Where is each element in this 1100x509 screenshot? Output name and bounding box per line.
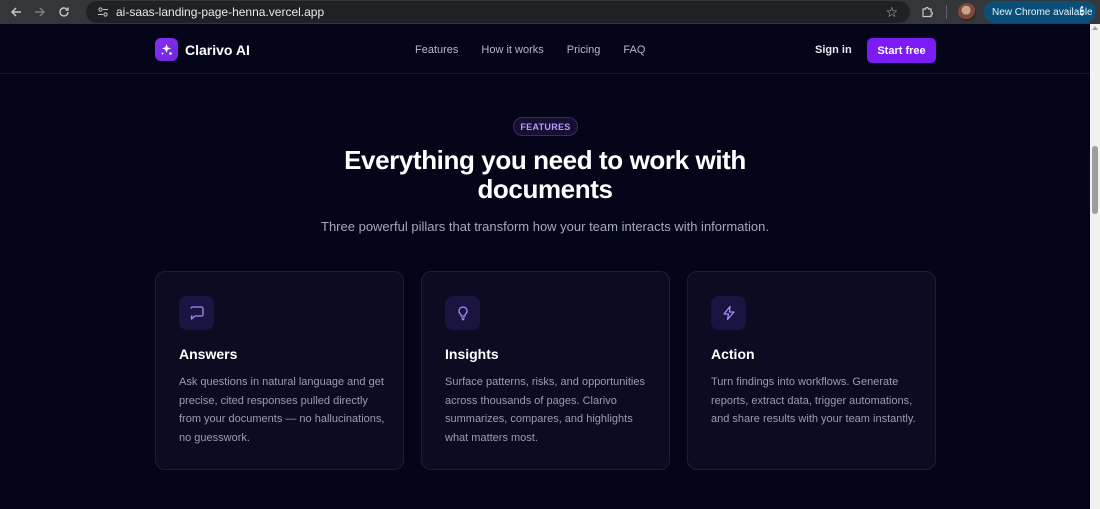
reload-button[interactable] <box>52 0 76 24</box>
scroll-up-arrow-icon[interactable] <box>1092 26 1098 30</box>
arrow-left-icon <box>10 7 21 17</box>
start-free-button[interactable]: Start free <box>867 38 936 63</box>
scrollbar-thumb[interactable] <box>1092 146 1098 214</box>
main-nav: Features How it works Pricing FAQ <box>415 44 668 56</box>
extensions-icon[interactable] <box>920 4 936 20</box>
feature-description: Surface patterns, risks, and opportuniti… <box>445 376 645 444</box>
sparkle-icon <box>155 38 178 61</box>
page-scrollbar[interactable] <box>1090 24 1100 509</box>
chrome-update-button[interactable]: New Chrome available ⋮ <box>984 1 1096 23</box>
profile-avatar[interactable] <box>958 3 976 21</box>
bookmark-star-icon[interactable]: ☆ <box>885 4 898 21</box>
brand-name: Clarivo AI <box>185 41 250 58</box>
site-info-icon[interactable] <box>92 6 114 18</box>
brand-logo[interactable]: Clarivo AI <box>155 38 250 61</box>
section-badge: FEATURES <box>513 117 578 136</box>
reload-icon <box>59 7 69 17</box>
feature-card-insights: Insights Surface patterns, risks, and op… <box>421 271 670 470</box>
more-menu-icon[interactable]: ⋮ <box>1076 5 1088 17</box>
section-subtitle: Three powerful pillars that transform ho… <box>321 219 769 234</box>
feature-title: Insights <box>445 346 499 362</box>
forward-button[interactable] <box>28 0 52 24</box>
section-title: Everything you need to work with documen… <box>344 145 746 204</box>
nav-link-how-it-works[interactable]: How it works <box>481 44 543 56</box>
lightbulb-icon <box>445 296 480 330</box>
nav-link-features[interactable]: Features <box>415 44 458 56</box>
feature-title: Action <box>711 346 755 362</box>
nav-link-faq[interactable]: FAQ <box>623 44 645 56</box>
feature-card-answers: Answers Ask questions in natural languag… <box>155 271 404 470</box>
arrow-right-icon <box>35 7 46 17</box>
site-header: Clarivo AI Features How it works Pricing… <box>0 24 1090 74</box>
chat-bubble-icon <box>179 296 214 330</box>
feature-card-action: Action Turn findings into workflows. Gen… <box>687 271 936 470</box>
nav-link-pricing[interactable]: Pricing <box>567 44 601 56</box>
sign-in-link[interactable]: Sign in <box>815 44 852 56</box>
address-bar[interactable]: ai-saas-landing-page-henna.vercel.app ☆ <box>86 1 910 23</box>
back-button[interactable] <box>4 0 28 24</box>
browser-toolbar: ai-saas-landing-page-henna.vercel.app ☆ … <box>0 0 1100 24</box>
feature-description: Turn findings into workflows. Generate r… <box>711 376 916 425</box>
lightning-bolt-icon <box>711 296 746 330</box>
toolbar-divider <box>946 5 947 19</box>
url-text: ai-saas-landing-page-henna.vercel.app <box>116 5 325 19</box>
feature-description: Ask questions in natural language and ge… <box>179 376 385 444</box>
feature-title: Answers <box>179 346 238 362</box>
page-viewport: Clarivo AI Features How it works Pricing… <box>0 24 1090 509</box>
